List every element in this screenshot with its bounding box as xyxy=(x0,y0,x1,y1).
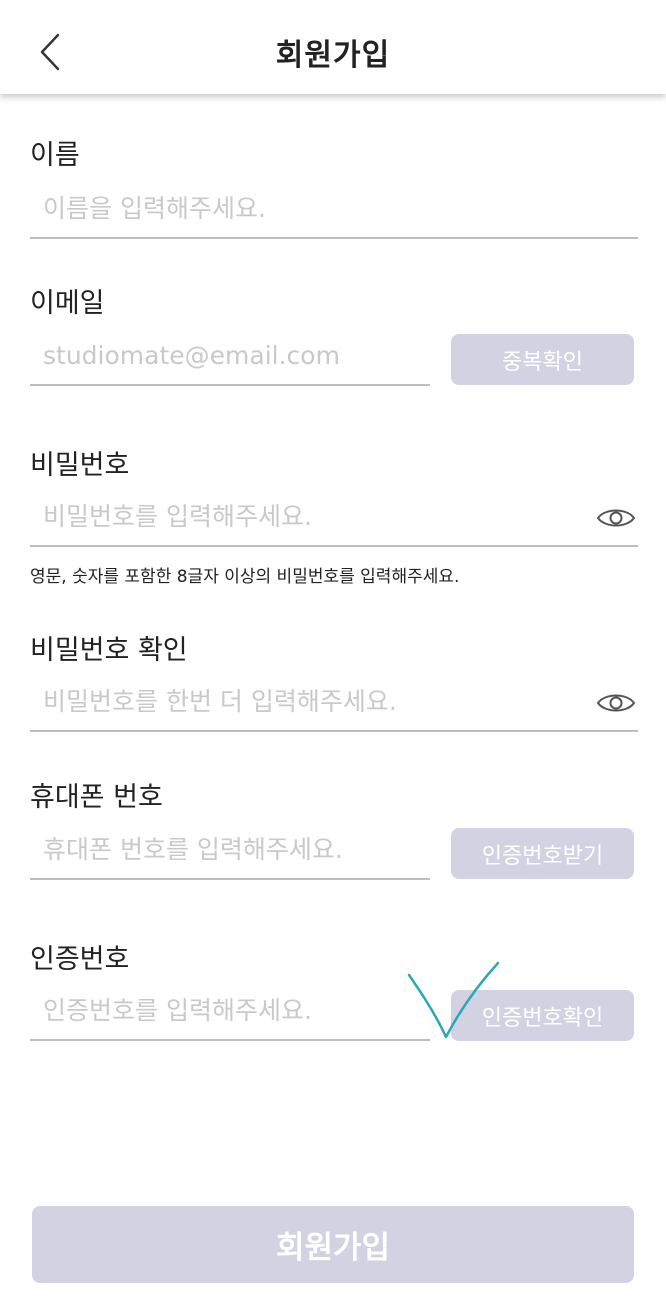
name-input[interactable] xyxy=(30,183,638,239)
password-hint: 영문, 숫자를 포함한 8글자 이상의 비밀번호를 입력해주세요. xyxy=(30,567,460,587)
verify-code-button[interactable]: 인증번호확인 xyxy=(451,990,634,1041)
password-input[interactable] xyxy=(30,491,638,547)
verification-label: 인증번호 xyxy=(30,944,130,975)
request-code-button[interactable]: 인증번호받기 xyxy=(451,828,634,879)
duplicate-check-button[interactable]: 중복확인 xyxy=(451,334,634,385)
email-input[interactable] xyxy=(30,330,430,386)
phone-label: 휴대폰 번호 xyxy=(30,782,163,813)
eye-icon[interactable] xyxy=(596,690,636,716)
password-confirm-input[interactable] xyxy=(30,676,638,732)
signup-submit-button[interactable]: 회원가입 xyxy=(32,1206,634,1283)
eye-icon[interactable] xyxy=(596,505,636,531)
password-label: 비밀번호 xyxy=(30,450,130,481)
name-label: 이름 xyxy=(30,140,80,171)
email-label: 이메일 xyxy=(30,288,105,319)
phone-input[interactable] xyxy=(30,824,430,880)
password-confirm-label: 비밀번호 확인 xyxy=(30,635,188,666)
app-header: 회원가입 xyxy=(0,0,666,94)
signup-screen: 회원가입 이름 이메일 중복확인 비밀번호 영문, 숫자를 포함한 8글자 이상… xyxy=(0,0,666,1302)
verification-input[interactable] xyxy=(30,985,430,1041)
page-title: 회원가입 xyxy=(275,38,391,73)
